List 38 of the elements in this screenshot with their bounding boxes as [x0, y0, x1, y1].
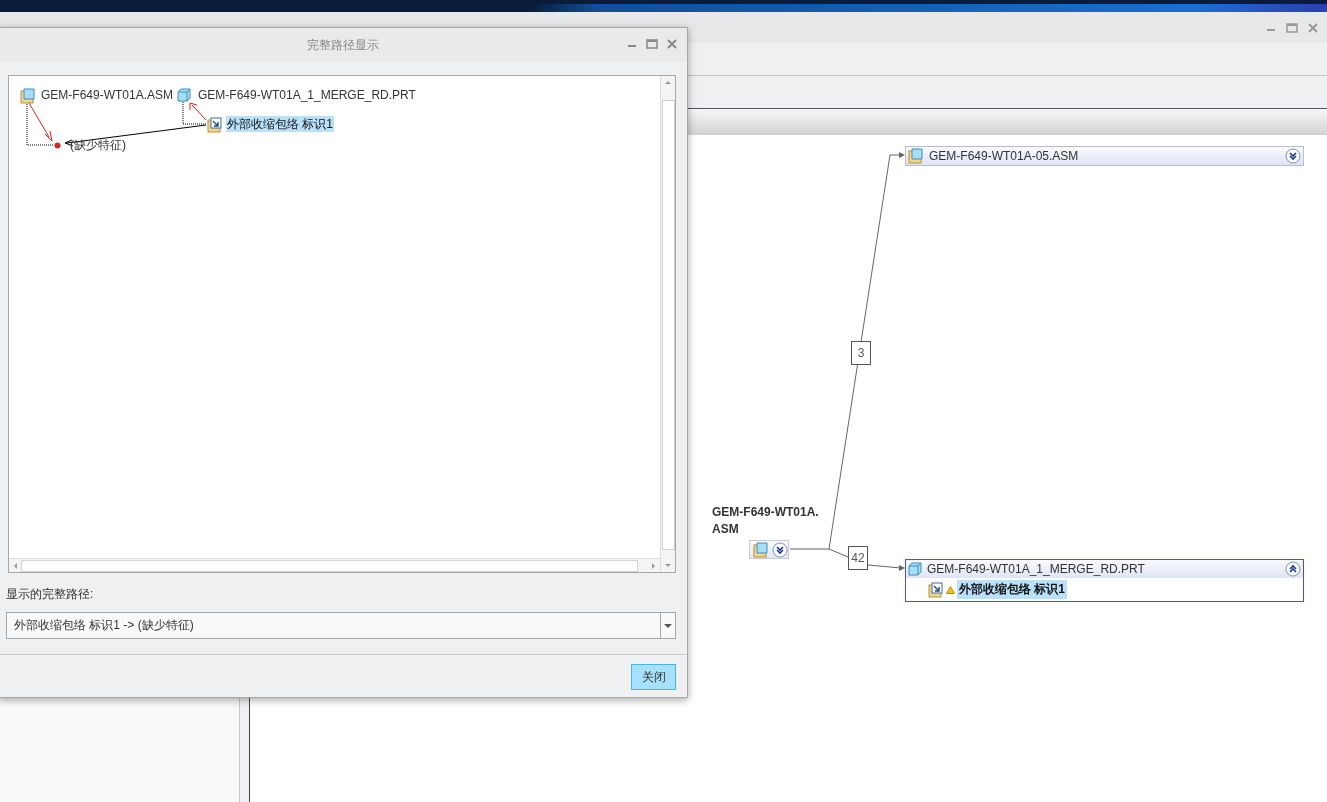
tree-node-label[interactable]: GEM-F649-WT01A.ASM: [40, 87, 175, 103]
root-node[interactable]: [749, 540, 789, 559]
vertical-scrollbar[interactable]: [660, 76, 675, 572]
expand-icon[interactable]: [772, 541, 788, 558]
dialog-title: 完整路径显示: [307, 36, 379, 54]
assembly-icon: [753, 541, 769, 558]
cube-icon: [177, 88, 191, 102]
connector-line: [182, 101, 208, 125]
close-icon[interactable]: [1308, 22, 1318, 33]
link-count: 42: [848, 546, 868, 570]
link-count: 3: [851, 341, 871, 365]
expand-icon[interactable]: [1285, 148, 1301, 164]
model-node[interactable]: GEM-F649-WT01A_1_MERGE_RD.PRT 外部收缩包络 标识1: [905, 559, 1304, 602]
tree-node-label[interactable]: GEM-F649-WT01A_1_MERGE_RD.PRT: [197, 87, 417, 103]
node-label: GEM-F649-WT01A.ASM: [712, 504, 820, 538]
missing-dot-icon: [54, 142, 61, 149]
assembly-icon: [908, 148, 924, 164]
scroll-thumb[interactable]: [661, 100, 675, 550]
dropdown-arrow-icon[interactable]: [663, 622, 673, 629]
tree-node-label[interactable]: 外部收缩包络 标识1: [226, 116, 334, 132]
cube-icon: [908, 562, 922, 576]
feature-icon: [207, 117, 223, 133]
node-label: GEM-F649-WT01A_1_MERGE_RD.PRT: [927, 562, 1146, 576]
feature-icon: [928, 581, 944, 598]
path-dropdown[interactable]: 外部收缩包络 标识1 -> (缺少特征): [6, 612, 676, 639]
field-label: 显示的完整路径:: [6, 586, 95, 603]
feature-label[interactable]: 外部收缩包络 标识1: [957, 580, 1067, 599]
node-label: GEM-F649-WT01A-05.ASM: [929, 149, 1080, 163]
expand-icon[interactable]: [1285, 561, 1301, 577]
tree-node-label[interactable]: (缺少特征): [69, 137, 127, 153]
assembly-icon: [20, 88, 36, 104]
close-button[interactable]: 关闭: [631, 664, 676, 690]
arrow: [189, 102, 207, 121]
model-node[interactable]: GEM-F649-WT01A-05.ASM: [905, 146, 1304, 166]
close-icon[interactable]: [667, 39, 677, 49]
warning-icon: [946, 585, 955, 594]
maximize-icon[interactable]: [1286, 22, 1298, 33]
maximize-icon[interactable]: [646, 39, 658, 49]
